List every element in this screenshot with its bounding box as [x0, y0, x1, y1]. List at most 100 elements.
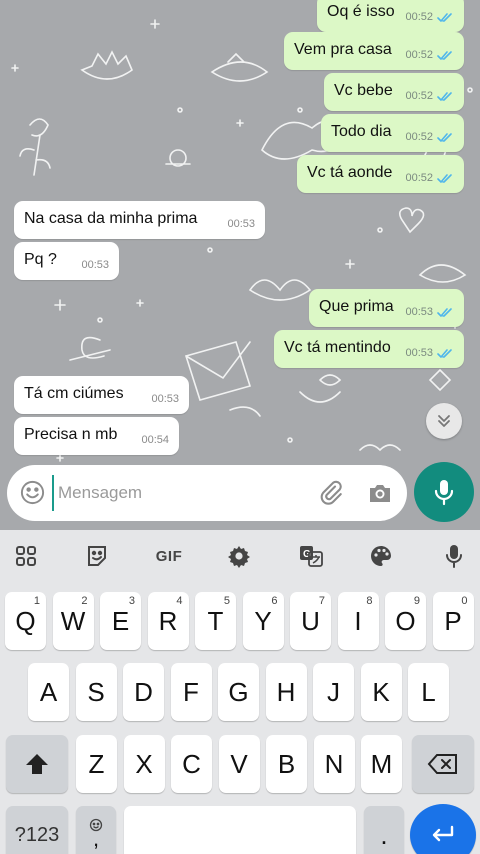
- key-hint: 4: [176, 595, 183, 607]
- message-time: 00:52: [405, 11, 433, 23]
- key-l[interactable]: L: [408, 663, 449, 721]
- key-y[interactable]: Y6: [242, 592, 284, 650]
- outgoing-message[interactable]: Todo dia 00:52: [321, 114, 464, 152]
- double-check-icon: [437, 307, 452, 317]
- incoming-message[interactable]: Pq ? 00:53: [14, 242, 119, 280]
- outgoing-message[interactable]: Vc tá aonde 00:52: [297, 155, 464, 193]
- enter-arrow-icon: [432, 825, 454, 842]
- message-text: Vc tá mentindo: [284, 339, 391, 356]
- key-i[interactable]: I8: [337, 592, 379, 650]
- message-meta: 00:52: [405, 131, 454, 143]
- key-r[interactable]: R4: [147, 592, 189, 650]
- message-time: 00:53: [405, 306, 433, 318]
- message-text: Vc tá aonde: [307, 164, 393, 181]
- key-d[interactable]: D: [123, 663, 164, 721]
- message-text: Pq ?: [24, 251, 57, 268]
- key-c[interactable]: C: [171, 735, 212, 793]
- key-label: H: [276, 676, 296, 707]
- key-z[interactable]: Z: [76, 735, 117, 793]
- palette-icon: [371, 546, 391, 566]
- message-text: Vem pra casa: [294, 41, 392, 58]
- message-time: 00:53: [227, 218, 255, 230]
- outgoing-message[interactable]: Vc tá mentindo 00:53: [274, 330, 464, 368]
- key-u[interactable]: U7: [290, 592, 331, 650]
- outgoing-message[interactable]: Vc bebe 00:52: [324, 73, 464, 111]
- key-e[interactable]: E3: [100, 592, 141, 650]
- enter-key[interactable]: [410, 804, 476, 854]
- outgoing-message[interactable]: Vem pra casa 00:52: [284, 32, 464, 70]
- key-label: R: [158, 605, 178, 636]
- key-t[interactable]: T5: [195, 592, 236, 650]
- emoji-icon: [20, 480, 45, 505]
- voice-message-button[interactable]: [414, 462, 474, 522]
- message-meta: 00:53: [81, 259, 109, 271]
- translate-button[interactable]: G: [296, 541, 326, 571]
- outgoing-message[interactable]: Oq é isso 00:52: [317, 0, 464, 32]
- message-meta: 00:52: [405, 172, 454, 184]
- camera-icon: [370, 485, 390, 502]
- key-b[interactable]: B: [266, 735, 307, 793]
- settings-button[interactable]: [224, 541, 254, 571]
- outgoing-message[interactable]: Que prima 00:53: [309, 289, 464, 327]
- message-time: 00:53: [81, 259, 109, 271]
- key-label: L: [421, 676, 436, 707]
- key-label: E: [111, 605, 130, 636]
- symbols-key[interactable]: ?123: [6, 806, 68, 854]
- key-a[interactable]: A: [28, 663, 69, 721]
- message-time: 00:52: [405, 131, 433, 143]
- incoming-message[interactable]: Na casa da minha prima 00:53: [14, 201, 265, 239]
- key-v[interactable]: V: [218, 735, 260, 793]
- key-o[interactable]: O9: [385, 592, 426, 650]
- key-g[interactable]: G: [218, 663, 259, 721]
- key-x[interactable]: X: [123, 735, 165, 793]
- key-label: P: [444, 605, 462, 636]
- message-time: 00:53: [151, 393, 179, 405]
- message-time: 00:52: [405, 90, 433, 102]
- message-text: Vc bebe: [334, 82, 393, 99]
- message-meta: 00:52: [405, 90, 454, 102]
- message-input[interactable]: [52, 475, 302, 511]
- voice-typing-button[interactable]: [439, 541, 469, 571]
- gear-icon: [228, 546, 250, 568]
- key-j[interactable]: J: [313, 663, 354, 721]
- message-meta: 00:52: [405, 49, 454, 61]
- incoming-message[interactable]: Precisa n mb 00:54: [14, 417, 179, 455]
- camera-button[interactable]: [367, 480, 393, 511]
- emoji-button[interactable]: [19, 479, 46, 511]
- key-label: Y: [254, 605, 272, 636]
- key-hint: 0: [461, 595, 468, 607]
- key-w[interactable]: W2: [52, 592, 94, 650]
- key-s[interactable]: S: [75, 663, 117, 721]
- apps-grid-button[interactable]: [11, 541, 41, 571]
- key-n[interactable]: N: [313, 735, 355, 793]
- composer-bar: [7, 465, 407, 521]
- space-key[interactable]: [124, 806, 356, 854]
- key-p[interactable]: P0: [432, 592, 474, 650]
- key-label: X: [135, 748, 153, 779]
- key-label: N: [324, 748, 344, 779]
- shift-key[interactable]: [6, 735, 68, 793]
- key-f[interactable]: F: [170, 663, 212, 721]
- key-k[interactable]: K: [360, 663, 402, 721]
- attach-button[interactable]: [319, 480, 347, 513]
- double-check-icon: [437, 173, 452, 183]
- key-hint: 5: [223, 595, 230, 607]
- sticker-icon: [88, 546, 106, 566]
- key-q[interactable]: Q1: [5, 592, 46, 650]
- key-hint: 3: [128, 595, 135, 607]
- key-m[interactable]: M: [361, 735, 402, 793]
- sticker-button[interactable]: [82, 541, 112, 571]
- key-h[interactable]: H: [265, 663, 307, 721]
- backspace-key[interactable]: [412, 735, 474, 793]
- message-time: 00:52: [405, 172, 433, 184]
- scroll-to-bottom-button[interactable]: [426, 403, 462, 439]
- key-hint: 8: [366, 595, 373, 607]
- message-text: Oq é isso: [327, 3, 395, 20]
- gif-button[interactable]: GIF: [151, 541, 187, 571]
- key-hint: 9: [413, 595, 420, 607]
- incoming-message[interactable]: Tá cm ciúmes 00:53: [14, 376, 189, 414]
- comma-key[interactable]: ,: [76, 806, 116, 854]
- key-label: D: [134, 676, 153, 707]
- theme-button[interactable]: [366, 541, 396, 571]
- period-key[interactable]: .: [364, 806, 404, 854]
